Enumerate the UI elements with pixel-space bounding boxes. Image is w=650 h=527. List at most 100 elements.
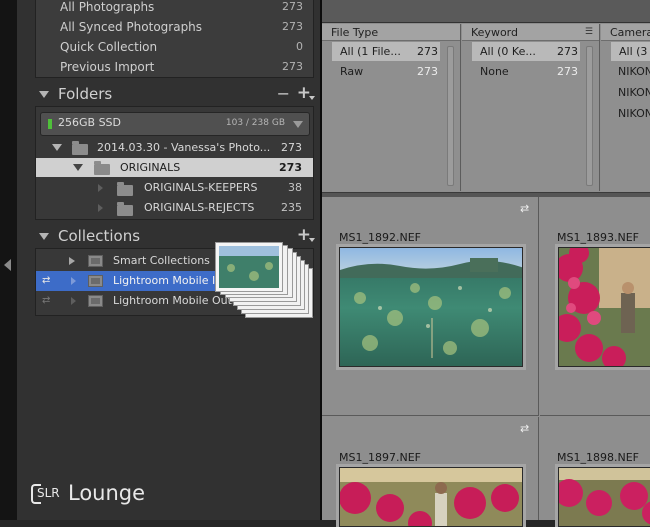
- photo-thumbnail[interactable]: [339, 247, 523, 367]
- filter-item-all[interactable]: All (1 File... 273: [334, 42, 438, 61]
- folder-count: 273: [279, 161, 302, 174]
- folder-expand-icon[interactable]: [98, 204, 103, 212]
- catalog-item-previous-import[interactable]: Previous Import 273: [36, 57, 313, 77]
- folder-expand-icon[interactable]: [98, 184, 103, 192]
- filter-column-header[interactable]: Keyword ☰: [462, 24, 599, 41]
- sync-arrows-icon: ⇄: [42, 275, 51, 286]
- folders-panel: 256GB SSD 103 / 238 GB 2014.03.30 - Vane…: [35, 106, 314, 220]
- grid-cell-filename: MS1_1897.NEF: [339, 451, 421, 464]
- collection-label: Lightroom Mobile I: [113, 274, 216, 287]
- grid-cell[interactable]: MS1_1893.NEF: [540, 197, 650, 416]
- grid-cell[interactable]: MS1_1898.NEF: [540, 417, 650, 527]
- collection-icon: [88, 275, 103, 287]
- collection-expand-icon[interactable]: [71, 277, 76, 285]
- add-folder-dropdown-icon[interactable]: [309, 96, 315, 100]
- grid-cell-filename: MS1_1893.NEF: [557, 231, 639, 244]
- filter-item-camera[interactable]: NIKON: [618, 104, 650, 123]
- catalog-item-label: Quick Collection: [60, 40, 158, 54]
- folder-item-originals-rejects[interactable]: ORIGINALS-REJECTS 235: [36, 198, 313, 218]
- field-photo: [340, 248, 522, 366]
- folder-count: 273: [281, 141, 302, 154]
- filter-scrollbar[interactable]: [586, 46, 593, 186]
- catalog-item-all-synced-photographs[interactable]: All Synced Photographs 273: [36, 17, 313, 37]
- drag-photo-stack: [215, 242, 315, 322]
- filter-item-count: 273: [417, 65, 438, 78]
- filter-column-title: File Type: [331, 26, 379, 39]
- logo-word: Lounge: [68, 481, 146, 505]
- grid-cell-filename: MS1_1892.NEF: [339, 231, 421, 244]
- grid-cell[interactable]: ⇄ MS1_1892.NEF: [322, 197, 539, 416]
- filter-item-raw[interactable]: Raw 273: [334, 62, 438, 81]
- volume-bar[interactable]: 256GB SSD 103 / 238 GB: [40, 112, 310, 136]
- column-menu-icon[interactable]: ☰: [585, 24, 593, 40]
- filter-item-count: 273: [557, 65, 578, 78]
- filter-column-keyword: Keyword ☰ All (0 Ke... 273 None 273: [462, 24, 600, 191]
- folder-label: 2014.03.30 - Vanessa's Photo...: [97, 141, 271, 154]
- filter-column-header[interactable]: Camera: [601, 24, 650, 41]
- folder-label: ORIGINALS-REJECTS: [144, 201, 255, 214]
- expand-triangle-icon[interactable]: [39, 233, 49, 240]
- folder-label: ORIGINALS-KEEPERS: [144, 181, 258, 194]
- folder-item-originals[interactable]: ORIGINALS 273: [36, 158, 313, 177]
- filter-item-camera[interactable]: NIKON: [618, 83, 650, 102]
- collection-label: Smart Collections: [113, 254, 210, 267]
- filter-item-none[interactable]: None 273: [474, 62, 578, 81]
- grid-cell-filename: MS1_1898.NEF: [557, 451, 639, 464]
- catalog-item-label: Previous Import: [60, 60, 155, 74]
- collapse-left-arrow-icon[interactable]: [4, 259, 11, 271]
- collection-expand-icon[interactable]: [71, 297, 76, 305]
- volume-usage: 103 / 238 GB: [225, 118, 285, 128]
- stack-top-photo: [215, 242, 283, 292]
- filter-column-file-type: File Type All (1 File... 273 Raw 273: [322, 24, 461, 191]
- folder-item-vanessa[interactable]: 2014.03.30 - Vanessa's Photo... 273: [36, 138, 313, 157]
- left-panel-collapse-strip[interactable]: [0, 0, 17, 520]
- filter-item-count: 273: [417, 45, 438, 58]
- photo-thumbnail[interactable]: [339, 467, 523, 527]
- folder-icon: [72, 141, 88, 155]
- filter-item-label: NIKON: [618, 86, 650, 99]
- volume-menu-icon[interactable]: [293, 121, 303, 128]
- filter-item-label: All (3: [619, 45, 648, 58]
- filter-column-header[interactable]: File Type: [322, 24, 460, 41]
- photo-thumbnail[interactable]: [558, 467, 650, 527]
- catalog-item-all-photographs[interactable]: All Photographs 273: [36, 0, 313, 17]
- folders-title: Folders: [58, 85, 113, 103]
- volume-name: 256GB SSD: [58, 116, 121, 129]
- filter-item-camera[interactable]: NIKON: [618, 62, 650, 81]
- folders-panel-header[interactable]: Folders − +: [17, 82, 320, 106]
- catalog-panel: All Photographs 273 All Synced Photograp…: [35, 0, 314, 78]
- filter-column-title: Keyword: [471, 26, 518, 39]
- folder-expand-icon[interactable]: [73, 164, 83, 171]
- catalog-item-count: 273: [282, 0, 303, 13]
- folder-icon: [117, 182, 133, 196]
- dragged-photo-preview: [219, 246, 279, 288]
- filter-item-label: Raw: [340, 65, 364, 78]
- catalog-item-count: 273: [282, 20, 303, 33]
- filter-column-title: Camera: [610, 26, 650, 39]
- filter-item-all[interactable]: All (3: [619, 42, 647, 61]
- bougainvillea-portrait-photo: [559, 248, 650, 366]
- bougainvillea-photo: [559, 468, 650, 526]
- expand-triangle-icon[interactable]: [39, 91, 49, 98]
- catalog-item-quick-collection[interactable]: Quick Collection 0: [36, 37, 313, 57]
- filter-item-all[interactable]: All (0 Ke... 273: [474, 42, 578, 61]
- bougainvillea-photo: [340, 468, 522, 526]
- filter-item-label: All (1 File...: [340, 45, 401, 58]
- remove-folder-button[interactable]: −: [277, 82, 290, 106]
- filter-item-label: NIKON: [618, 65, 650, 78]
- grid-cell[interactable]: ⇄ MS1_1897.NEF: [322, 417, 539, 527]
- sync-arrows-icon: ⇄: [42, 295, 51, 306]
- sync-arrows-icon: ⇄: [520, 202, 530, 215]
- folder-expand-icon[interactable]: [52, 144, 62, 151]
- collection-expand-icon[interactable]: [69, 257, 75, 265]
- library-main-area: File Type All (1 File... 273 Raw 273 Key…: [322, 0, 650, 527]
- library-filter-top-bar: [322, 0, 650, 23]
- photo-thumbnail[interactable]: [558, 247, 650, 367]
- collection-icon: [88, 295, 103, 307]
- folder-count: 38: [288, 181, 302, 194]
- folder-item-originals-keepers[interactable]: ORIGINALS-KEEPERS 38: [36, 178, 313, 198]
- add-folder-button[interactable]: +: [297, 81, 311, 105]
- folder-icon: [117, 202, 133, 216]
- filter-scrollbar[interactable]: [447, 46, 454, 186]
- folder-label: ORIGINALS: [120, 161, 181, 174]
